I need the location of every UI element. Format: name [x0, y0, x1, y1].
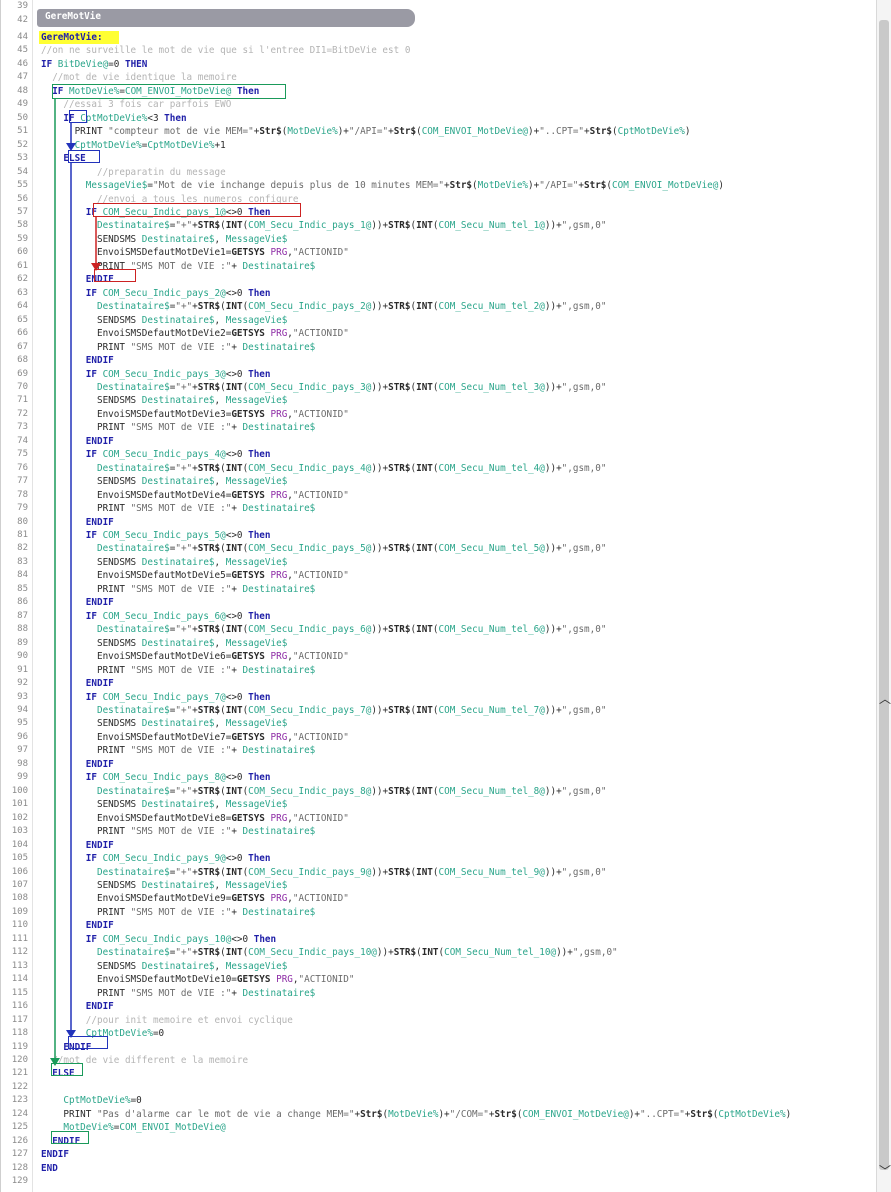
code-editor[interactable]: 39 42 44 45 46 47 48 49 50 51 52 53 54 55 56 57 58 59 60 61…: [0, 0, 876, 1192]
vertical-scrollbar[interactable]: ︿ ﹀: [876, 0, 891, 1192]
green-arrow-head: [50, 1058, 60, 1066]
chevron-down-icon[interactable]: ﹀: [879, 1162, 891, 1179]
annotation-arrows: [50, 99, 101, 1066]
blue-arrow-head-top: [66, 143, 76, 151]
scrollbar-thumb[interactable]: [879, 20, 889, 1170]
red-arrow-head: [91, 263, 101, 271]
blue-arrow-head: [66, 1030, 76, 1038]
chevron-up-icon[interactable]: ︿: [879, 690, 891, 707]
